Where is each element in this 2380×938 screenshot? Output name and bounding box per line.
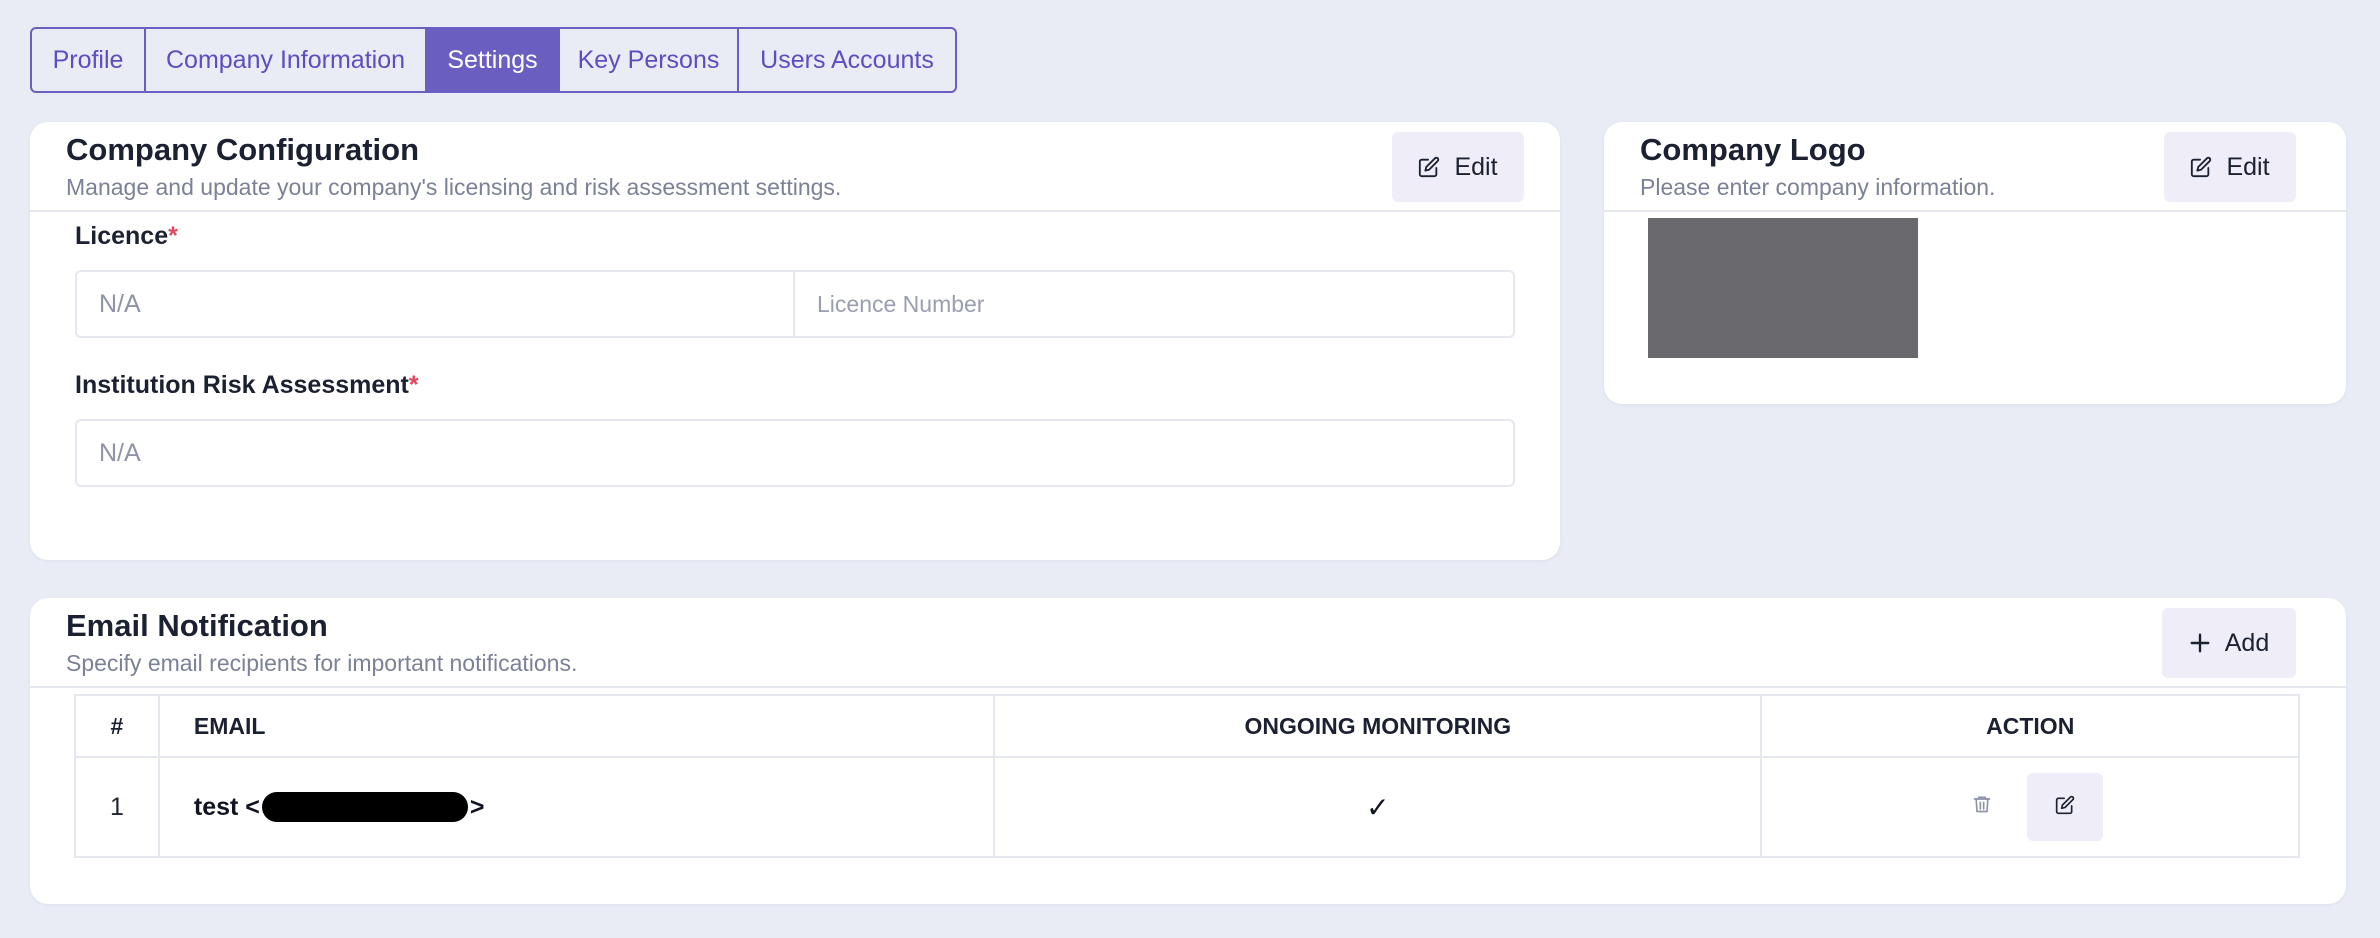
- action-cell: [1760, 756, 2300, 858]
- tab-company-information[interactable]: Company Information: [146, 29, 427, 91]
- risk-assessment-label: Institution Risk Assessment*: [75, 371, 419, 400]
- risk-assessment-field[interactable]: N/A: [77, 421, 1513, 485]
- card-subtitle: Specify email recipients for important n…: [66, 650, 578, 676]
- edit-logo-button[interactable]: Edit: [2164, 132, 2296, 202]
- checkmark-icon: ✓: [1366, 791, 1390, 823]
- card-title: Company Logo: [1640, 132, 1866, 167]
- card-header: Company Configuration Manage and update …: [30, 122, 1560, 212]
- table-header-row: # EMAIL ONGOING MONITORING ACTION: [74, 694, 2300, 758]
- trash-icon: [1972, 793, 1992, 821]
- card-header: Company Logo Please enter company inform…: [1604, 122, 2346, 212]
- email-notification-card: Email Notification Specify email recipie…: [30, 598, 2346, 904]
- edit-button-label: Edit: [1454, 152, 1498, 181]
- licence-number-field[interactable]: Licence Number: [795, 272, 1513, 336]
- card-subtitle: Manage and update your company's licensi…: [66, 174, 842, 200]
- licence-label: Licence*: [75, 222, 178, 251]
- redacted-email: [261, 792, 468, 822]
- column-header-ongoing-monitoring: ONGOING MONITORING: [993, 694, 1763, 758]
- email-name-prefix: test <: [193, 792, 260, 821]
- risk-assessment-label-text: Institution Risk Assessment: [75, 371, 409, 399]
- email-value: test < >: [194, 792, 485, 822]
- card-subtitle: Please enter company information.: [1640, 174, 1996, 200]
- column-header-action: ACTION: [1760, 694, 2300, 758]
- tab-profile[interactable]: Profile: [32, 29, 146, 91]
- tab-key-persons[interactable]: Key Persons: [560, 29, 739, 91]
- row-number: 1: [74, 756, 160, 858]
- table-row: 1 test < > ✓: [74, 756, 2300, 858]
- column-header-number: #: [74, 694, 160, 758]
- licence-label-text: Licence: [75, 222, 169, 250]
- licence-field[interactable]: N/A: [77, 272, 795, 336]
- row-actions: [1762, 773, 2298, 841]
- edit-button-label: Edit: [2226, 152, 2270, 181]
- column-header-email: EMAIL: [157, 694, 996, 758]
- tab-users-accounts[interactable]: Users Accounts: [739, 29, 955, 91]
- edit-row-button[interactable]: [2027, 773, 2104, 841]
- card-title: Email Notification: [66, 608, 328, 643]
- plus-icon: [2189, 632, 2211, 654]
- email-cell: test < >: [157, 756, 996, 858]
- email-name-suffix: >: [469, 792, 485, 821]
- required-mark: *: [408, 371, 419, 399]
- required-mark: *: [168, 222, 178, 250]
- add-email-button[interactable]: Add: [2162, 608, 2296, 678]
- risk-assessment-input-group: N/A: [75, 419, 1515, 487]
- card-title: Company Configuration: [66, 132, 420, 167]
- edit-icon: [2055, 794, 2075, 821]
- delete-button[interactable]: [1967, 792, 1997, 822]
- card-header: Email Notification Specify email recipie…: [30, 598, 2346, 688]
- add-button-label: Add: [2224, 628, 2270, 657]
- edit-icon: [1418, 156, 1440, 178]
- tab-settings[interactable]: Settings: [427, 29, 560, 91]
- edit-icon: [2190, 156, 2212, 178]
- company-logo-image: [1648, 218, 1918, 358]
- edit-button[interactable]: Edit: [1392, 132, 1524, 202]
- monitoring-cell: ✓: [993, 756, 1763, 858]
- email-table: # EMAIL ONGOING MONITORING ACTION 1 test…: [74, 694, 2300, 858]
- company-configuration-card: Company Configuration Manage and update …: [30, 122, 1560, 560]
- company-logo-card: Company Logo Please enter company inform…: [1604, 122, 2346, 404]
- licence-input-group: N/A Licence Number: [75, 270, 1515, 338]
- tab-bar: Profile Company Information Settings Key…: [30, 27, 957, 93]
